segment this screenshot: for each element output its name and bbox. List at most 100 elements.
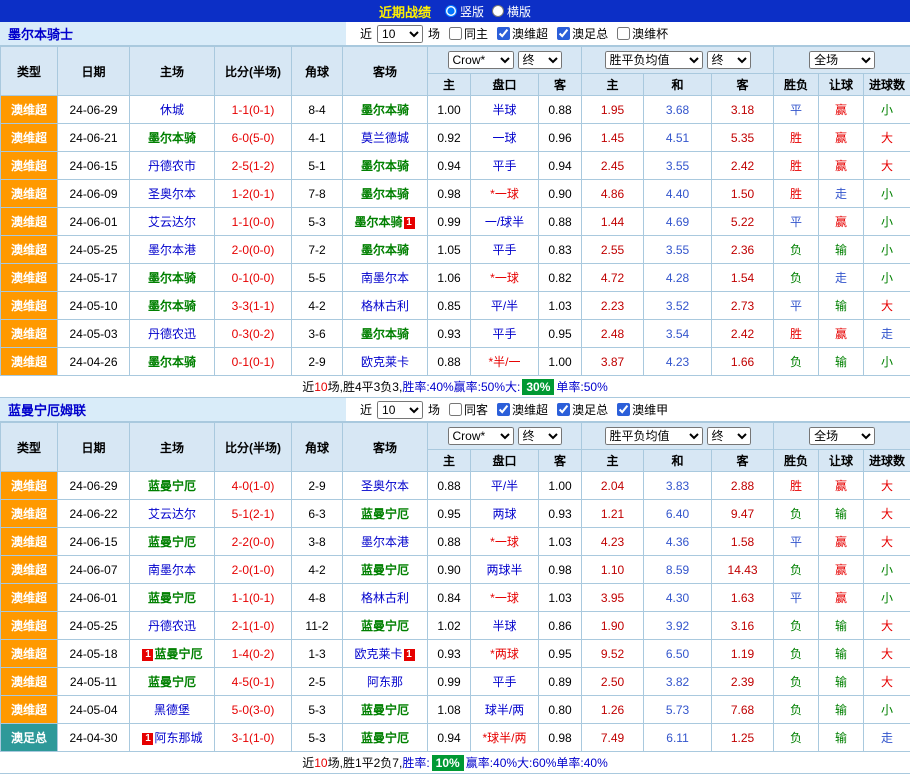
away-team-cell: 墨尔本骑 <box>343 96 428 124</box>
filter-same-venue[interactable]: 同主 <box>443 25 488 42</box>
away-team-link[interactable]: 蓝曼宁厄 <box>361 703 409 717</box>
away-team-link[interactable]: 南墨尔本 <box>361 271 409 285</box>
result-goals: 走 <box>864 320 910 348</box>
league-checkbox[interactable] <box>557 27 570 40</box>
league-checkbox[interactable] <box>617 403 630 416</box>
league-checkbox[interactable] <box>497 403 510 416</box>
home-team-link[interactable]: 南墨尔本 <box>148 563 196 577</box>
away-team-link[interactable]: 墨尔本骑 <box>361 187 409 201</box>
home-team-link[interactable]: 墨尔本骑 <box>148 299 196 313</box>
away-team-link[interactable]: 墨尔本骑 <box>361 243 409 257</box>
away-team-link[interactable]: 蓝曼宁厄 <box>361 563 409 577</box>
home-team-link[interactable]: 丹德农迅 <box>148 619 196 633</box>
asian-home-odds: 1.02 <box>428 612 471 640</box>
home-team-link[interactable]: 黑德堡 <box>154 703 190 717</box>
league-checkbox[interactable] <box>617 27 630 40</box>
away-team-link[interactable]: 蓝曼宁厄 <box>361 731 409 745</box>
scope-select[interactable]: 全场 <box>809 427 875 445</box>
home-team-link[interactable]: 墨尔本骑 <box>148 131 196 145</box>
home-team-link[interactable]: 休城 <box>160 103 184 117</box>
league-type-cell: 澳维超 <box>1 180 58 208</box>
away-team-link[interactable]: 欧克莱卡 <box>354 647 402 661</box>
corner-score: 5-3 <box>292 208 343 236</box>
home-team-link[interactable]: 蓝曼宁厄 <box>154 647 202 661</box>
away-team-link[interactable]: 欧克莱卡 <box>361 355 409 369</box>
euro-stage-select[interactable]: 终 <box>707 427 751 445</box>
away-team-link[interactable]: 格林古利 <box>361 299 409 313</box>
asian-away-odds: 0.94 <box>539 152 582 180</box>
home-team-link[interactable]: 阿东那城 <box>154 731 202 745</box>
layout-vertical-option[interactable]: 竖版 <box>445 3 484 20</box>
away-team-link[interactable]: 墨尔本骑 <box>361 327 409 341</box>
away-team-link[interactable]: 墨尔本骑 <box>354 215 402 229</box>
euro-draw-odds: 3.54 <box>644 320 712 348</box>
filter-league-2[interactable]: 澳足总 <box>551 401 608 418</box>
match-date: 24-06-09 <box>58 180 130 208</box>
away-team-link[interactable]: 蓝曼宁厄 <box>361 507 409 521</box>
euro-stage-select[interactable]: 终 <box>707 51 751 69</box>
home-team-link[interactable]: 蓝曼宁厄 <box>148 479 196 493</box>
filter-league-1[interactable]: 澳维超 <box>491 25 548 42</box>
filter-league-2[interactable]: 澳足总 <box>551 25 608 42</box>
match-count-select[interactable]: 10 <box>377 401 423 419</box>
same-venue-checkbox[interactable] <box>449 27 462 40</box>
away-team-link[interactable]: 墨尔本港 <box>361 535 409 549</box>
scope-select[interactable]: 全场 <box>809 51 875 69</box>
checkbox-label: 澳维甲 <box>632 401 668 418</box>
home-team-link[interactable]: 艾云达尔 <box>148 215 196 229</box>
odds-stage-select[interactable]: 终 <box>518 427 562 445</box>
match-row: 澳维超24-06-21墨尔本骑6-0(5-0)4-1莫兰德城0.92一球0.96… <box>1 124 910 152</box>
filter-same-venue[interactable]: 同客 <box>443 401 488 418</box>
asian-home-odds: 1.06 <box>428 264 471 292</box>
away-team-link[interactable]: 圣奥尔本 <box>361 479 409 493</box>
match-date: 24-05-25 <box>58 612 130 640</box>
home-team-link[interactable]: 丹德农迅 <box>148 327 196 341</box>
match-date: 24-04-30 <box>58 724 130 752</box>
filter-league-3[interactable]: 澳维甲 <box>611 401 668 418</box>
league-checkbox[interactable] <box>557 403 570 416</box>
home-team-link[interactable]: 蓝曼宁厄 <box>148 535 196 549</box>
away-team-link[interactable]: 莫兰德城 <box>361 131 409 145</box>
euro-draw-odds: 3.52 <box>644 292 712 320</box>
home-team-link[interactable]: 蓝曼宁厄 <box>148 591 196 605</box>
home-team-link[interactable]: 艾云达尔 <box>148 507 196 521</box>
euro-avg-select[interactable]: 胜平负均值 <box>605 51 703 69</box>
euro-draw-odds: 6.50 <box>644 640 712 668</box>
away-team-link[interactable]: 蓝曼宁厄 <box>361 619 409 633</box>
odds-stage-select[interactable]: 终 <box>518 51 562 69</box>
horizontal-layout-radio[interactable] <box>492 5 504 17</box>
euro-away-odds: 5.35 <box>712 124 774 152</box>
match-score: 5-1(2-1) <box>215 500 292 528</box>
match-score: 1-1(0-0) <box>215 208 292 236</box>
league-type-cell: 澳维超 <box>1 236 58 264</box>
euro-away-odds: 3.16 <box>712 612 774 640</box>
league-checkbox[interactable] <box>497 27 510 40</box>
euro-avg-select[interactable]: 胜平负均值 <box>605 427 703 445</box>
home-team-link[interactable]: 圣奥尔本 <box>148 187 196 201</box>
handicap-line: 球半/两 <box>471 696 539 724</box>
summary-part: 30% <box>522 379 554 395</box>
match-count-select[interactable]: 10 <box>377 25 423 43</box>
bookmaker-select[interactable]: Crow* <box>448 51 514 69</box>
layout-horizontal-option[interactable]: 横版 <box>492 3 531 20</box>
same-venue-checkbox[interactable] <box>449 403 462 416</box>
home-team-link[interactable]: 墨尔本骑 <box>148 271 196 285</box>
filter-bar: 近 10 场 同客 澳维超 澳足总 澳维甲 <box>346 398 910 421</box>
result-wdl: 负 <box>774 500 819 528</box>
home-team-link[interactable]: 蓝曼宁厄 <box>148 675 196 689</box>
home-team-link[interactable]: 墨尔本骑 <box>148 355 196 369</box>
away-team-link[interactable]: 阿东那 <box>367 675 403 689</box>
filter-league-1[interactable]: 澳维超 <box>491 401 548 418</box>
handicap-line: 平手 <box>471 236 539 264</box>
result-wdl: 负 <box>774 612 819 640</box>
away-team-link[interactable]: 格林古利 <box>361 591 409 605</box>
home-team-link[interactable]: 墨尔本港 <box>148 243 196 257</box>
away-team-link[interactable]: 墨尔本骑 <box>361 103 409 117</box>
bookmaker-select[interactable]: Crow* <box>448 427 514 445</box>
home-team-link[interactable]: 丹德农市 <box>148 159 196 173</box>
away-team-link[interactable]: 墨尔本骑 <box>361 159 409 173</box>
filter-league-3[interactable]: 澳维杯 <box>611 25 668 42</box>
vertical-layout-radio[interactable] <box>445 5 457 17</box>
away-team-cell: 蓝曼宁厄 <box>343 556 428 584</box>
euro-away-odds: 1.58 <box>712 528 774 556</box>
